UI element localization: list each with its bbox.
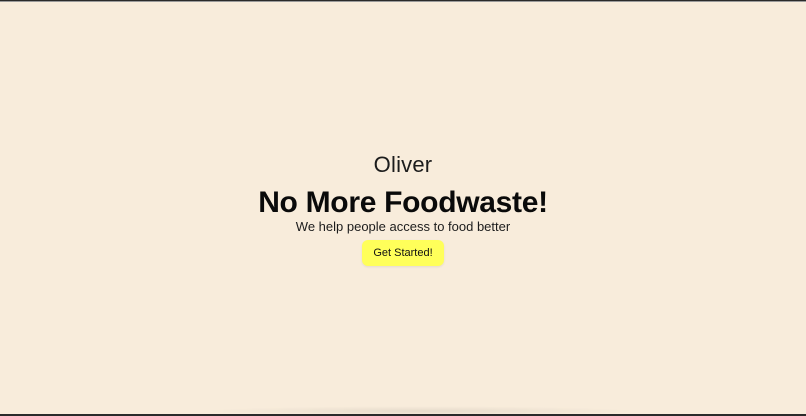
- landing-page: Oliver No More Foodwaste! We help people…: [0, 1, 806, 416]
- hero-tagline: We help people access to food better: [295, 219, 511, 234]
- hero-headline: No More Foodwaste!: [258, 186, 548, 219]
- get-started-button[interactable]: Get Started!: [362, 240, 444, 266]
- cta-container: Get Started!: [0, 240, 806, 266]
- brand-name: Oliver: [373, 152, 433, 177]
- bottom-shadow-decoration: [200, 406, 640, 416]
